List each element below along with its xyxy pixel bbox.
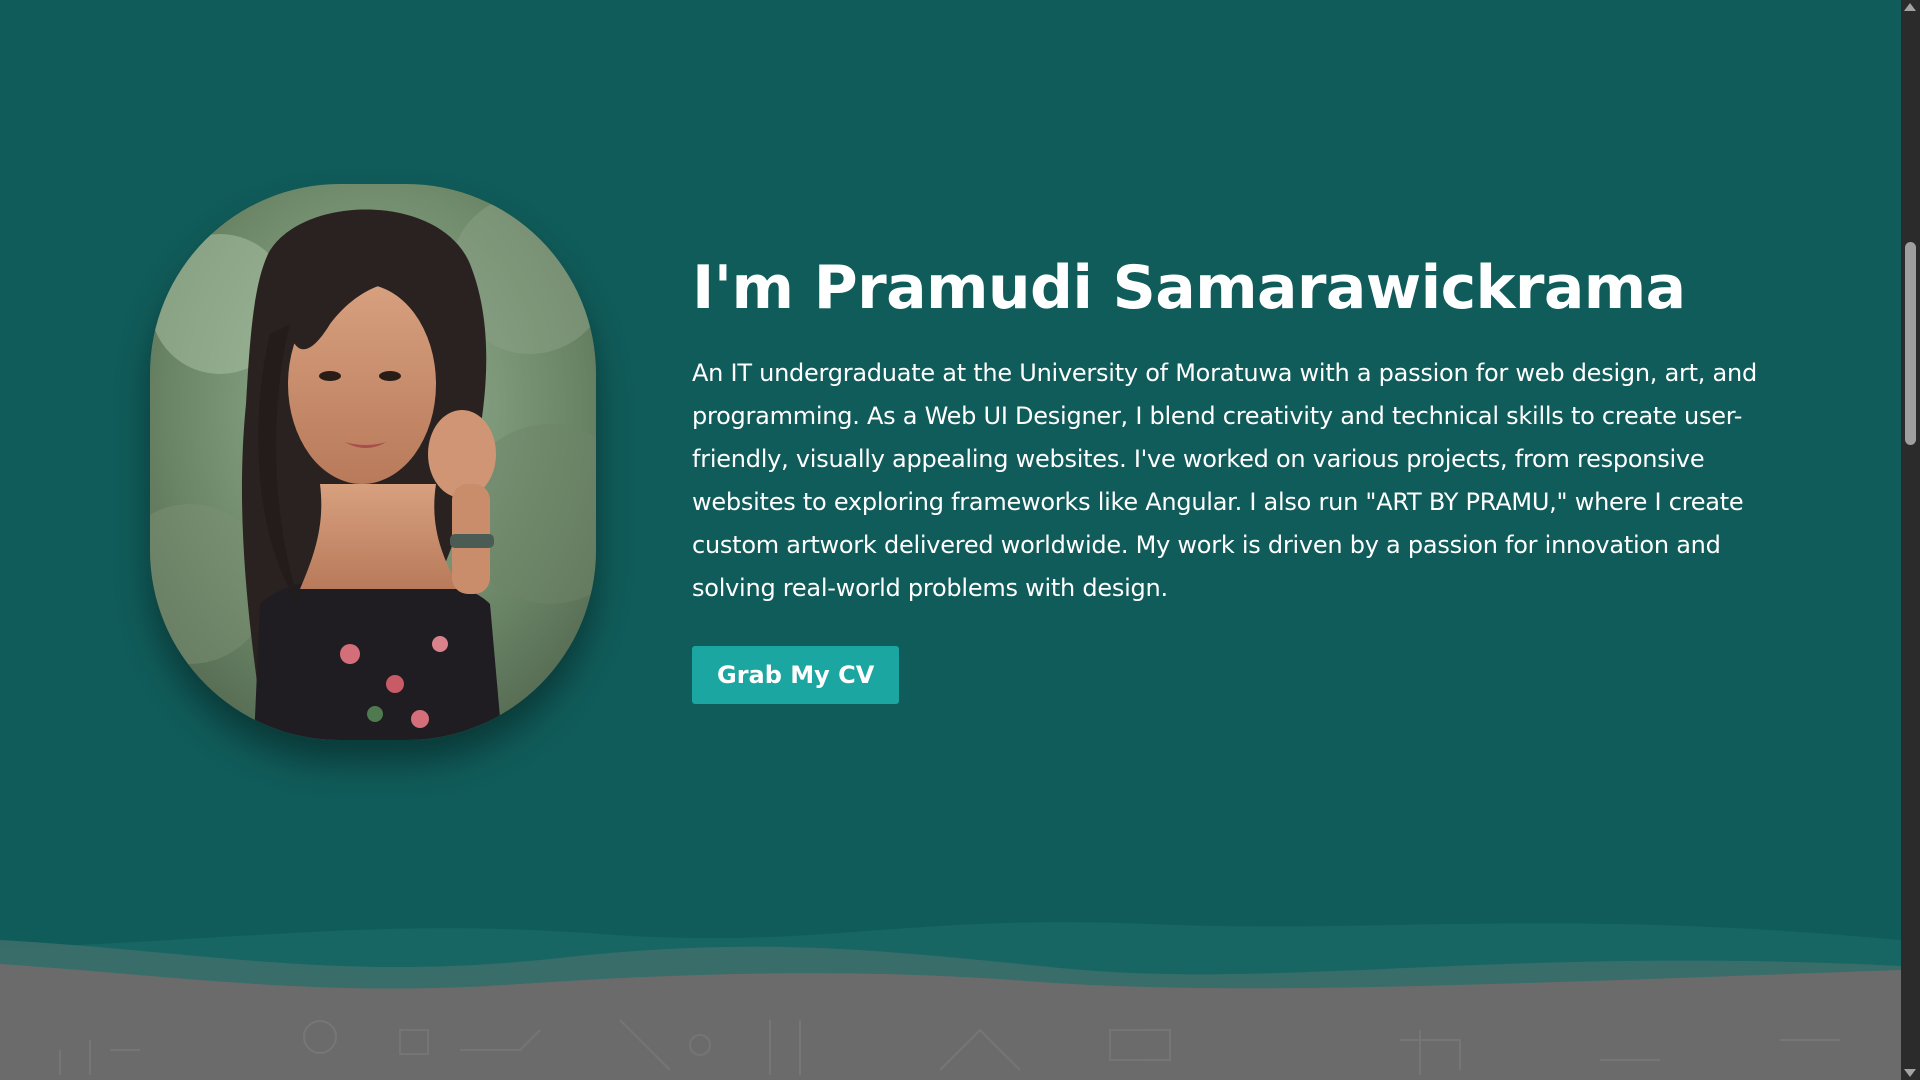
scrollbar[interactable] <box>1901 0 1920 1080</box>
footer-wave <box>0 900 1901 1080</box>
hero-bio: An IT undergraduate at the University of… <box>692 359 1757 602</box>
scroll-up-icon[interactable] <box>1904 3 1916 11</box>
hero-text-block: I'm Pramudi Samarawickrama An IT undergr… <box>692 246 1812 704</box>
hero-title: I'm Pramudi Samarawickrama <box>692 253 1686 323</box>
scroll-thumb[interactable] <box>1905 242 1916 445</box>
profile-photo <box>150 184 596 740</box>
scroll-down-icon[interactable] <box>1904 1069 1916 1077</box>
hero-section: I'm Pramudi Samarawickrama An IT undergr… <box>0 0 1901 1080</box>
page: I'm Pramudi Samarawickrama An IT undergr… <box>0 0 1920 1080</box>
grab-cv-button[interactable]: Grab My CV <box>692 646 900 704</box>
